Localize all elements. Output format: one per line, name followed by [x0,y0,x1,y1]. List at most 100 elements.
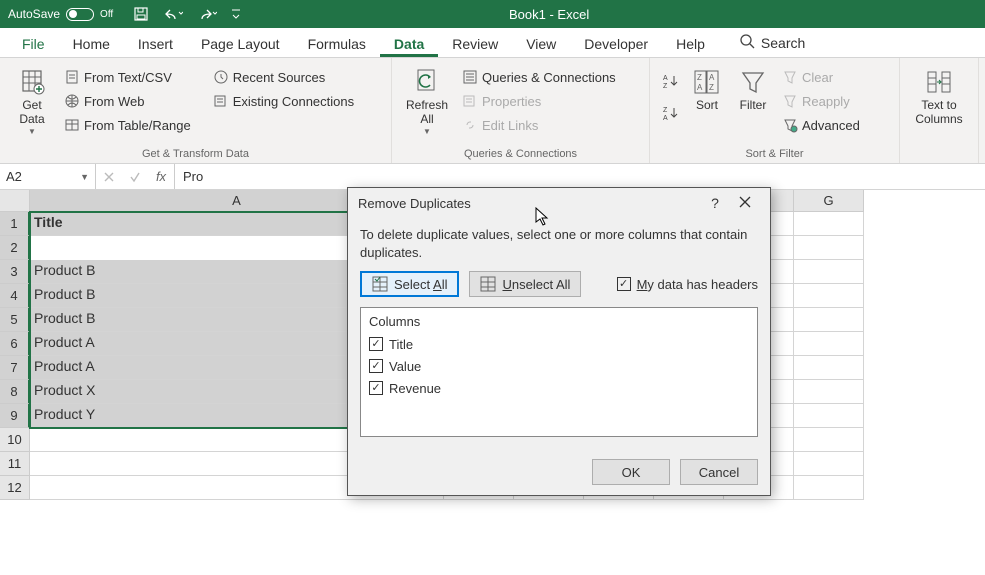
save-icon[interactable] [133,6,149,22]
queries-connections-button[interactable]: Queries & Connections [458,66,620,88]
row-header[interactable]: 8 [0,380,30,404]
cell[interactable] [794,452,864,476]
tab-page-layout[interactable]: Page Layout [187,30,294,57]
from-web-button[interactable]: From Web [60,90,195,112]
help-button[interactable]: ? [700,195,730,211]
cell[interactable] [794,284,864,308]
get-data-label: Get Data [19,98,44,127]
select-all-corner[interactable] [0,190,30,212]
formula-input[interactable]: Pro [175,164,985,189]
column-checkbox-value[interactable]: ✓Value [369,355,749,377]
cell[interactable] [794,332,864,356]
sort-button[interactable]: ZAAZ Sort [686,62,728,148]
cell[interactable] [794,428,864,452]
filter-button[interactable]: Filter [732,62,774,148]
close-button[interactable] [730,195,760,211]
cell[interactable] [794,308,864,332]
select-all-button[interactable]: Select All [360,271,459,297]
svg-text:Z: Z [709,83,714,92]
from-table-range-button[interactable]: From Table/Range [60,114,195,136]
sort-desc-button[interactable]: ZA [658,102,682,124]
label: Recent Sources [233,70,326,85]
sort-desc-icon: ZA [662,105,678,121]
group-get-transform: Get Data ▼ From Text/CSV From Web From T… [0,58,392,163]
cell[interactable] [794,212,864,236]
cell[interactable] [794,380,864,404]
recent-sources-button[interactable]: Recent Sources [209,66,358,88]
refresh-all-button[interactable]: Refresh All ▼ [400,62,454,148]
unselect-all-button[interactable]: Unselect All [469,271,581,297]
select-all-icon [372,276,388,292]
edit-links-button[interactable]: Edit Links [458,114,620,136]
column-header-g[interactable]: G [794,190,864,212]
autosave-toggle[interactable]: AutoSave Off [8,7,113,21]
tab-review[interactable]: Review [438,30,512,57]
dialog-titlebar[interactable]: Remove Duplicates ? [348,188,770,218]
label: Existing Connections [233,94,354,109]
label: Clear [802,70,833,85]
refresh-label: Refresh All [406,98,448,127]
row-header[interactable]: 3 [0,260,30,284]
data-has-headers-checkbox[interactable]: ✓ My data has headers [617,277,758,292]
search-button[interactable]: Search [739,33,805,57]
cell[interactable] [794,236,864,260]
from-text-csv-button[interactable]: From Text/CSV [60,66,195,88]
connections-icon [213,93,229,109]
label: Unselect All [502,277,570,292]
row-header[interactable]: 9 [0,404,30,428]
redo-icon[interactable] [197,7,217,21]
existing-connections-button[interactable]: Existing Connections [209,90,358,112]
label: Title [389,337,413,352]
row-header[interactable]: 11 [0,452,30,476]
group-label: Sort & Filter [658,148,891,161]
database-icon [16,66,48,98]
column-checkbox-revenue[interactable]: ✓Revenue [369,377,749,399]
reapply-icon [782,93,798,109]
cell[interactable] [794,476,864,500]
reapply-filter-button[interactable]: Reapply [778,90,864,112]
properties-button[interactable]: Properties [458,90,620,112]
cancel-button[interactable]: Cancel [680,459,758,485]
tab-file[interactable]: File [8,30,59,57]
clear-filter-button[interactable]: Clear [778,66,864,88]
enter-formula-button[interactable] [122,171,148,183]
label: Cancel [699,465,739,480]
row-header[interactable]: 10 [0,428,30,452]
properties-icon [462,93,478,109]
cancel-formula-button[interactable] [96,171,122,183]
tab-developer[interactable]: Developer [570,30,662,57]
name-box[interactable]: A2 ▼ [0,164,96,189]
row-header[interactable]: 12 [0,476,30,500]
column-checkbox-title[interactable]: ✓Title [369,333,749,355]
columns-list: Columns ✓Title✓Value✓Revenue [360,307,758,437]
tab-view[interactable]: View [512,30,570,57]
ribbon: Get Data ▼ From Text/CSV From Web From T… [0,58,985,164]
ok-button[interactable]: OK [592,459,670,485]
row-header[interactable]: 1 [0,212,30,236]
row-header[interactable]: 4 [0,284,30,308]
undo-icon[interactable] [163,7,183,21]
get-data-button[interactable]: Get Data ▼ [8,62,56,148]
tab-home[interactable]: Home [59,30,124,57]
qat-more-icon[interactable] [231,7,241,21]
tab-formulas[interactable]: Formulas [294,30,380,57]
row-header[interactable]: 7 [0,356,30,380]
row-header[interactable]: 6 [0,332,30,356]
table-icon [64,117,80,133]
text-to-columns-button[interactable]: Text to Columns [908,62,970,161]
cell[interactable] [794,260,864,284]
cell[interactable] [794,356,864,380]
refresh-icon [411,66,443,98]
advanced-filter-button[interactable]: Advanced [778,114,864,136]
group-data-tools: Text to Columns [900,58,979,163]
svg-text:A: A [697,83,703,92]
cell[interactable] [794,404,864,428]
row-header[interactable]: 5 [0,308,30,332]
tab-insert[interactable]: Insert [124,30,187,57]
insert-function-button[interactable]: fx [148,169,174,184]
tab-data[interactable]: Data [380,30,438,57]
sort-asc-button[interactable]: AZ [658,70,682,92]
row-header[interactable]: 2 [0,236,30,260]
group-queries-connections: Refresh All ▼ Queries & Connections Prop… [392,58,650,163]
tab-help[interactable]: Help [662,30,719,57]
